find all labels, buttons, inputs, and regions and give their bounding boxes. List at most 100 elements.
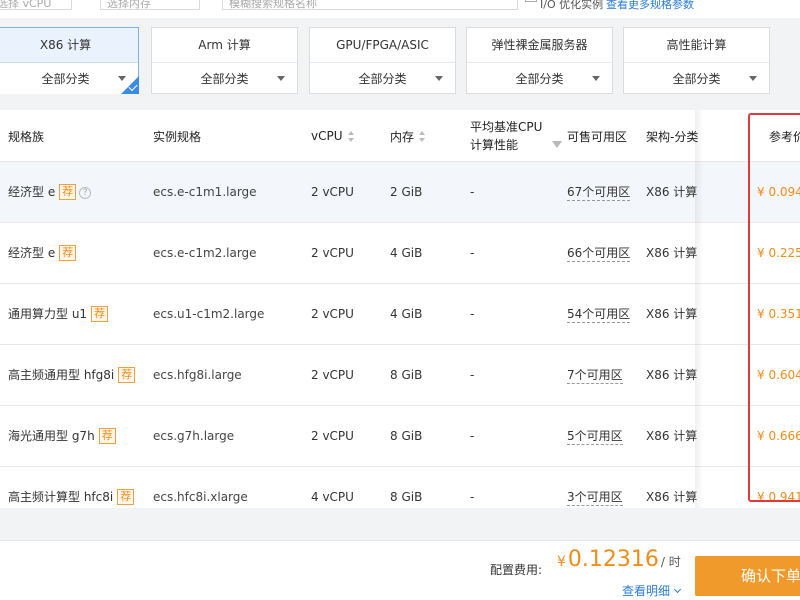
memory-select[interactable]: 选择内存 xyxy=(100,0,200,10)
table-row[interactable]: 高主频计算型 hfc8i 荐 ecs.hfc8i.xlarge 4 vCPU 8 … xyxy=(0,467,800,508)
vcpu-cell: 4 vCPU xyxy=(311,490,354,504)
baseline-cell: - xyxy=(470,490,475,504)
chevron-down-icon xyxy=(673,585,682,594)
header-zones: 可售可用区 xyxy=(567,129,628,144)
category-bare-metal[interactable]: 弹性裸金属服务器 全部分类 xyxy=(466,27,613,94)
arch-cell: X86 计算 xyxy=(646,185,698,199)
view-detail-link[interactable]: 查看明细 xyxy=(622,582,682,599)
instance-category-tabs: X86 计算 全部分类 Arm 计算 全部分类 GPU/FPGA/ASIC 全部… xyxy=(0,18,800,110)
zones-cell[interactable]: 67个可用区 xyxy=(567,162,631,222)
baseline-cell: - xyxy=(470,246,475,260)
chevron-down-icon xyxy=(749,76,757,81)
fixed-column-shadow xyxy=(695,110,703,508)
arch-cell: X86 计算 xyxy=(646,429,698,443)
spec-cell: ecs.u1-c1m2.large xyxy=(153,307,265,321)
spec-cell: ecs.g7h.large xyxy=(153,429,235,443)
io-optimized-checkbox[interactable] xyxy=(525,0,537,2)
zones-cell[interactable]: 7个可用区 xyxy=(567,345,623,405)
table-row[interactable]: 经济型 e 荐? ecs.e-c1m1.large 2 vCPU 2 GiB - … xyxy=(0,162,800,223)
header-vcpu[interactable]: vCPU xyxy=(311,110,355,162)
header-memory[interactable]: 内存 xyxy=(390,110,426,162)
family-cell: 经济型 e 荐? xyxy=(8,162,92,222)
sort-icon[interactable] xyxy=(347,130,355,142)
category-hpc[interactable]: 高性能计算 全部分类 xyxy=(623,27,770,94)
table-row[interactable]: 经济型 e荐 ecs.e-c1m2.large 2 vCPU 4 GiB - 6… xyxy=(0,223,800,284)
family-cell: 通用算力型 u1 荐 xyxy=(8,284,109,344)
table-row[interactable]: 通用算力型 u1 荐 ecs.u1-c1m2.large 2 vCPU 4 GiB… xyxy=(0,284,800,345)
category-filter-select[interactable]: 全部分类 xyxy=(624,62,769,94)
category-name: 高性能计算 xyxy=(666,38,727,52)
memory-cell: 8 GiB xyxy=(390,429,423,443)
price-column-highlight xyxy=(748,113,800,502)
vcpu-cell: 2 vCPU xyxy=(311,185,354,199)
category-gpu-fpga-asic[interactable]: GPU/FPGA/ASIC 全部分类 xyxy=(309,27,456,94)
zones-cell[interactable]: 3个可用区 xyxy=(567,467,623,508)
spec-cell: ecs.hfc8i.xlarge xyxy=(153,490,248,504)
more-spec-params-link[interactable]: 查看更多规格参数 xyxy=(606,0,694,12)
category-name: GPU/FPGA/ASIC xyxy=(336,38,429,52)
filter-bar: 选择 vCPU 选择内存 模糊搜索规格名称 I/O 优化实例 查看更多规格参数 xyxy=(0,0,800,18)
chevron-down-icon xyxy=(592,76,600,81)
config-fee: ¥0.12316/ 时 xyxy=(557,547,681,572)
baseline-cell: - xyxy=(470,307,475,321)
memory-cell: 4 GiB xyxy=(390,246,423,260)
memory-cell: 4 GiB xyxy=(390,307,423,321)
help-icon[interactable]: ? xyxy=(79,187,92,199)
family-cell: 高主频计算型 hfc8i 荐 xyxy=(8,467,135,508)
spec-cell: ecs.e-c1m2.large xyxy=(153,246,257,260)
arch-cell: X86 计算 xyxy=(646,490,698,504)
order-footer: 配置费用: ¥0.12316/ 时 查看明细 确认下单 xyxy=(0,540,800,600)
vcpu-cell: 2 vCPU xyxy=(311,429,354,443)
family-cell: 高主频通用型 hfg8i 荐 xyxy=(8,345,136,405)
table-row[interactable]: 海光通用型 g7h 荐 ecs.g7h.large 2 vCPU 8 GiB - … xyxy=(0,406,800,467)
memory-cell: 8 GiB xyxy=(390,490,423,504)
category-filter-select[interactable]: 全部分类 xyxy=(152,62,297,94)
family-cell: 经济型 e荐 xyxy=(8,223,77,283)
baseline-cell: - xyxy=(470,185,475,199)
recommend-badge: 荐 xyxy=(98,428,116,444)
vcpu-select[interactable]: 选择 vCPU xyxy=(0,0,72,10)
header-family: 规格族 xyxy=(8,129,45,144)
zones-cell[interactable]: 66个可用区 xyxy=(567,223,631,283)
category-filter-select[interactable]: 全部分类 xyxy=(310,62,455,94)
spec-cell: ecs.e-c1m1.large xyxy=(153,185,257,199)
filter-funnel-icon[interactable] xyxy=(552,140,562,148)
category-arm[interactable]: Arm 计算 全部分类 xyxy=(151,27,298,94)
header-arch: 架构-分类 xyxy=(646,129,699,144)
category-filter-select[interactable]: 全部分类 xyxy=(467,62,612,94)
recommend-badge: 荐 xyxy=(59,184,77,200)
confirm-order-button[interactable]: 确认下单 xyxy=(695,556,800,596)
recommend-badge: 荐 xyxy=(91,306,109,322)
spec-cell: ecs.hfg8i.large xyxy=(153,368,242,382)
recommend-badge: 荐 xyxy=(117,489,135,505)
sort-icon[interactable] xyxy=(419,130,426,142)
vcpu-cell: 2 vCPU xyxy=(311,307,354,321)
category-name: X86 计算 xyxy=(39,38,92,52)
fee-label: 配置费用: xyxy=(490,563,543,577)
arch-cell: X86 计算 xyxy=(646,246,698,260)
check-corner-icon xyxy=(121,76,139,94)
chevron-down-icon xyxy=(277,76,285,81)
spec-search-input[interactable]: 模糊搜索规格名称 xyxy=(222,0,518,10)
category-name: Arm 计算 xyxy=(198,38,251,52)
category-filter-select[interactable]: 全部分类 xyxy=(0,62,138,94)
family-cell: 海光通用型 g7h 荐 xyxy=(8,406,116,466)
header-spec: 实例规格 xyxy=(153,129,202,144)
zones-cell[interactable]: 54个可用区 xyxy=(567,284,631,344)
table-row[interactable]: 高主频通用型 hfg8i 荐 ecs.hfg8i.large 2 vCPU 8 G… xyxy=(0,345,800,406)
category-name: 弹性裸金属服务器 xyxy=(491,38,588,52)
vcpu-cell: 2 vCPU xyxy=(311,368,354,382)
arch-cell: X86 计算 xyxy=(646,368,698,382)
zones-cell[interactable]: 5个可用区 xyxy=(567,406,623,466)
header-baseline-cpu: 平均基准CPU计算性能 xyxy=(470,110,562,162)
memory-cell: 2 GiB xyxy=(390,185,423,199)
category-x86[interactable]: X86 计算 全部分类 xyxy=(0,27,139,94)
baseline-cell: - xyxy=(470,368,475,382)
vcpu-cell: 2 vCPU xyxy=(311,246,354,260)
arch-cell: X86 计算 xyxy=(646,307,698,321)
memory-cell: 8 GiB xyxy=(390,368,423,382)
recommend-badge: 荐 xyxy=(118,367,136,383)
recommend-badge: 荐 xyxy=(59,245,77,261)
table-header: 规格族 实例规格 vCPU 内存 平均基准CPU计算性能 可售可用区 架构-分类… xyxy=(0,110,800,162)
io-optimized-label: I/O 优化实例 xyxy=(540,0,604,11)
